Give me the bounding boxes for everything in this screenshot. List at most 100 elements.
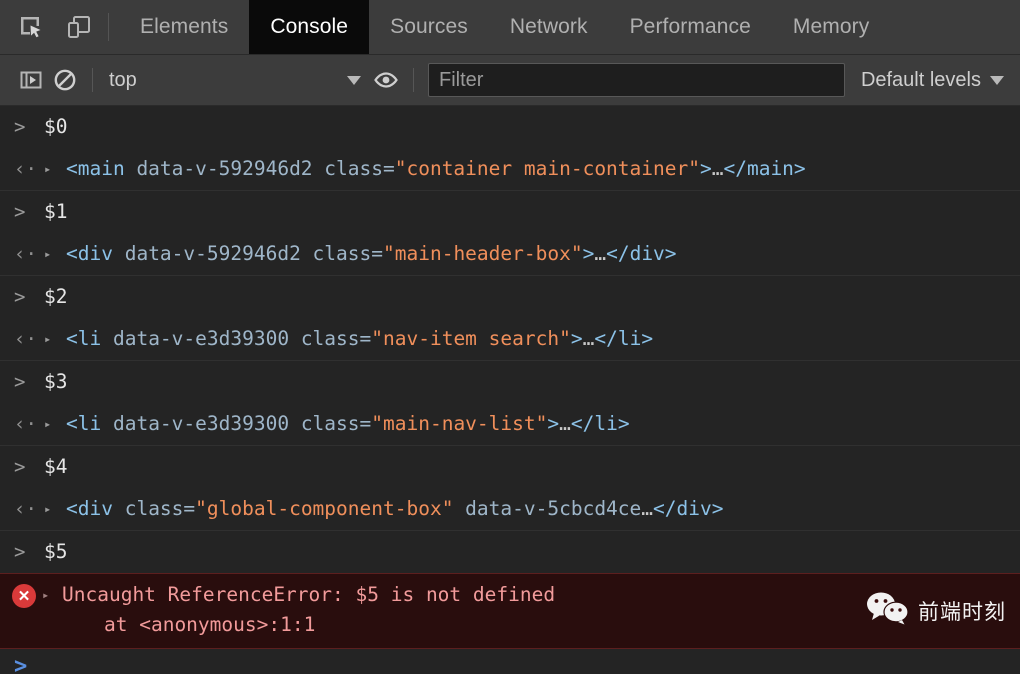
- tab-memory-label: Memory: [792, 15, 870, 38]
- devtools-tabbar: Elements Console Sources Network Perform…: [0, 0, 1020, 55]
- node-attr-scope: data-v-e3d39300: [101, 327, 290, 350]
- input-caret-icon: >: [14, 541, 26, 563]
- expand-triangle-icon[interactable]: ▸: [44, 488, 66, 530]
- node-attr-scope: data-v-5cbcd4ce: [453, 497, 642, 520]
- device-toolbar-icon[interactable]: [62, 10, 96, 44]
- node-gt: >: [570, 327, 583, 350]
- console-sidebar-icon[interactable]: [14, 63, 48, 97]
- node-attr-scope: data-v-592946d2: [112, 242, 301, 265]
- console-input-row: > $4: [0, 446, 1020, 488]
- expand-triangle-icon[interactable]: ▸: [44, 318, 66, 360]
- node-tag-name: <div: [66, 497, 113, 520]
- node-close-tag: </div>: [653, 497, 724, 520]
- console-input-row: > $2: [0, 276, 1020, 318]
- expand-triangle-icon[interactable]: ▸: [44, 403, 66, 445]
- tab-sources-label: Sources: [390, 15, 468, 38]
- node-attr-value: "nav-item search": [371, 327, 571, 350]
- output-caret-icon: ‹·: [14, 328, 37, 350]
- node-attr-scope: data-v-e3d39300: [101, 412, 290, 435]
- panel-tabs: Elements Console Sources Network Perform…: [119, 0, 1020, 54]
- console-filter-toolbar: top Default levels: [0, 55, 1020, 106]
- node-ellipsis: …: [641, 497, 654, 520]
- output-caret-icon: ‹·: [14, 243, 37, 265]
- node-gt: >: [582, 242, 595, 265]
- log-levels-label: Default levels: [860, 68, 981, 91]
- node-attr-value: "global-component-box": [195, 497, 454, 520]
- log-levels-dropdown[interactable]: Default levels: [851, 69, 1008, 92]
- tab-elements-label: Elements: [140, 15, 229, 38]
- tab-console-label: Console: [270, 15, 349, 38]
- node-tag-name: <div: [66, 242, 113, 265]
- error-message-text: Uncaught ReferenceError: $5 is not defin…: [62, 583, 556, 606]
- toolbar-divider: [108, 13, 109, 41]
- node-ellipsis: …: [594, 242, 607, 265]
- input-caret-icon: >: [14, 116, 26, 138]
- console-output-row: ‹· ▸ <li data-v-e3d39300 class="main-nav…: [0, 403, 1020, 446]
- console-input-row: > $5: [0, 531, 1020, 573]
- node-attr-name: class=: [112, 497, 196, 520]
- console-error-message[interactable]: ✕ ▸ Uncaught ReferenceError: $5 is not d…: [0, 573, 1020, 649]
- tab-memory[interactable]: Memory: [772, 0, 890, 54]
- console-expression: $3: [44, 370, 68, 393]
- console-input-row: > $3: [0, 361, 1020, 403]
- error-stack-line: at <anonymous>:1:1: [104, 613, 316, 636]
- filterbar-divider-2: [413, 68, 414, 92]
- output-caret-icon: ‹·: [14, 498, 37, 520]
- tab-network-label: Network: [509, 15, 588, 38]
- node-attr-name: class=: [300, 242, 383, 265]
- execution-context-selector[interactable]: top: [103, 63, 369, 97]
- filter-input[interactable]: [428, 63, 845, 97]
- node-attr-name: class=: [289, 412, 372, 435]
- console-output-row: ‹· ▸ <div data-v-592946d2 class="main-he…: [0, 233, 1020, 276]
- dom-node-preview[interactable]: <div class="global-component-box" data-v…: [66, 488, 723, 530]
- node-attr-value: "container main-container": [394, 157, 700, 180]
- execution-context-label: top: [109, 68, 137, 91]
- expand-triangle-icon[interactable]: ▸: [42, 580, 62, 610]
- tab-performance[interactable]: Performance: [609, 0, 772, 54]
- tab-console[interactable]: Console: [249, 0, 370, 54]
- node-close-tag: </li>: [570, 412, 630, 435]
- node-attr-value: "main-header-box": [383, 242, 583, 265]
- node-tag-name: <li: [66, 412, 102, 435]
- output-caret-icon: ‹·: [14, 413, 37, 435]
- console-expression: $5: [44, 540, 68, 563]
- tab-elements[interactable]: Elements: [119, 0, 249, 54]
- node-close-tag: </li>: [594, 327, 654, 350]
- inspect-element-icon[interactable]: [14, 10, 48, 44]
- console-output-row: ‹· ▸ <li data-v-e3d39300 class="nav-item…: [0, 318, 1020, 361]
- live-expression-icon[interactable]: [369, 63, 403, 97]
- dom-node-preview[interactable]: <div data-v-592946d2 class="main-header-…: [66, 233, 677, 275]
- tab-network[interactable]: Network: [489, 0, 609, 54]
- input-caret-icon: >: [14, 286, 26, 308]
- dom-node-preview[interactable]: <main data-v-592946d2 class="container m…: [66, 148, 806, 190]
- node-close-tag: </main>: [723, 157, 806, 180]
- input-caret-icon: >: [14, 456, 26, 478]
- dom-node-preview[interactable]: <li data-v-e3d39300 class="main-nav-list…: [66, 403, 630, 445]
- expand-triangle-icon[interactable]: ▸: [44, 233, 66, 275]
- console-expression: $4: [44, 455, 68, 478]
- console-expression: $0: [44, 115, 68, 138]
- node-tag-name: <li: [66, 327, 102, 350]
- node-gt: >: [547, 412, 560, 435]
- console-messages[interactable]: > $0 ‹· ▸ <main data-v-592946d2 class="c…: [0, 106, 1020, 674]
- console-prompt-input[interactable]: [44, 653, 1020, 674]
- error-circle-icon: ✕: [12, 584, 36, 608]
- dom-node-preview[interactable]: <li data-v-e3d39300 class="nav-item sear…: [66, 318, 653, 360]
- console-input-row: > $1: [0, 191, 1020, 233]
- node-ellipsis: …: [711, 157, 724, 180]
- console-prompt-row[interactable]: >: [0, 649, 1020, 674]
- error-message-line: ✕ ▸ Uncaught ReferenceError: $5 is not d…: [0, 580, 1020, 610]
- node-attr-name: class=: [312, 157, 395, 180]
- expand-triangle-icon[interactable]: ▸: [44, 148, 66, 190]
- node-attr-name: class=: [289, 327, 372, 350]
- chevron-down-icon: [347, 75, 361, 85]
- tab-sources[interactable]: Sources: [369, 0, 489, 54]
- console-output-row: ‹· ▸ <main data-v-592946d2 class="contai…: [0, 148, 1020, 191]
- output-caret-icon: ‹·: [14, 158, 37, 180]
- node-attr-value: "main-nav-list": [371, 412, 548, 435]
- prompt-caret-icon: >: [14, 653, 28, 674]
- clear-console-icon[interactable]: [48, 63, 82, 97]
- input-caret-icon: >: [14, 201, 26, 223]
- console-input-row: > $0: [0, 106, 1020, 148]
- node-close-tag: </div>: [606, 242, 677, 265]
